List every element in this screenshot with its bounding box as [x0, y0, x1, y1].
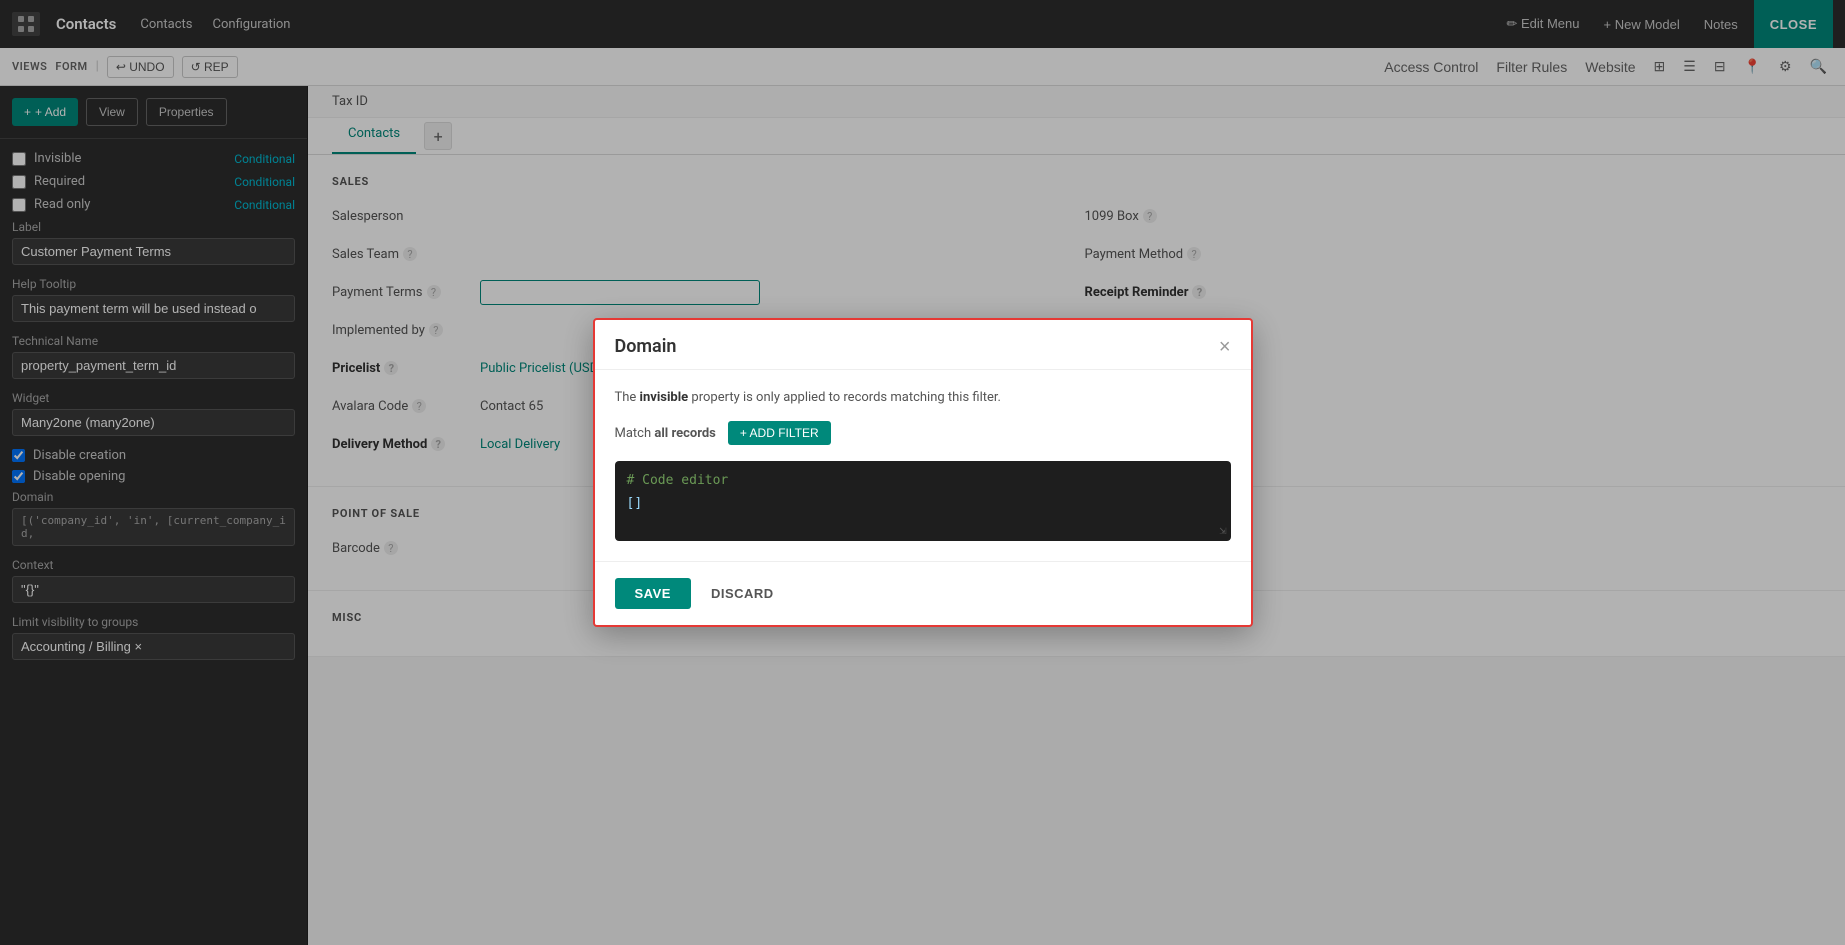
- modal-body: The invisible property is only applied t…: [595, 370, 1251, 561]
- modal-description-bold: invisible: [640, 390, 689, 405]
- code-editor[interactable]: # Code editor [] ⇲: [615, 461, 1231, 541]
- resize-handle[interactable]: ⇲: [1219, 523, 1226, 537]
- domain-modal: Domain × The invisible property is only …: [593, 318, 1253, 627]
- modal-footer: SAVE DISCARD: [595, 561, 1251, 625]
- code-value[interactable]: []: [627, 496, 1219, 511]
- modal-filter-row: Match all records + ADD FILTER: [615, 421, 1231, 445]
- save-button[interactable]: SAVE: [615, 578, 691, 609]
- modal-title: Domain: [615, 336, 677, 357]
- modal-header: Domain ×: [595, 320, 1251, 370]
- add-filter-button[interactable]: + ADD FILTER: [728, 421, 831, 445]
- modal-close-button[interactable]: ×: [1219, 337, 1231, 357]
- match-label: Match all records: [615, 426, 716, 441]
- modal-description: The invisible property is only applied t…: [615, 390, 1231, 405]
- modal-overlay[interactable]: Domain × The invisible property is only …: [0, 0, 1845, 945]
- discard-button[interactable]: DISCARD: [703, 578, 782, 609]
- code-comment: # Code editor: [627, 473, 1219, 488]
